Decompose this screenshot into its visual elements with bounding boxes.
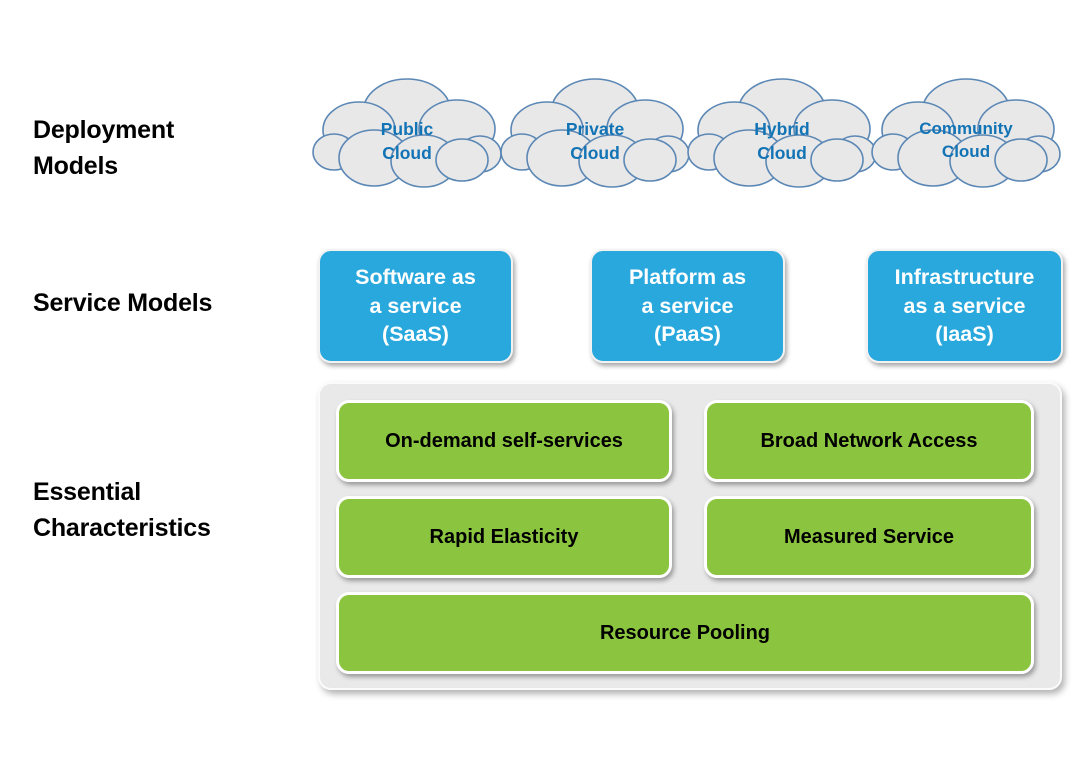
cloud-public-cloud[interactable]: Public Cloud bbox=[312, 72, 502, 190]
cloud-icon bbox=[500, 78, 690, 188]
cloud-icon bbox=[312, 78, 502, 188]
service-box-iaas[interactable]: Infrastructure as a service (IaaS) bbox=[866, 249, 1063, 363]
cloud-hybrid-cloud[interactable]: Hybrid Cloud bbox=[687, 72, 877, 190]
cloud-private-cloud[interactable]: Private Cloud bbox=[500, 72, 690, 190]
service-box-paas[interactable]: Platform as a service (PaaS) bbox=[590, 249, 785, 363]
cloud-icon bbox=[871, 78, 1061, 188]
deployment-models-row: Public Cloud Private Cloud Hybrid Cloud … bbox=[310, 72, 1070, 202]
essential-characteristics-panel: On-demand self-services Broad Network Ac… bbox=[318, 382, 1062, 690]
characteristic-on-demand-self-services[interactable]: On-demand self-services bbox=[336, 400, 672, 482]
cloud-community-cloud[interactable]: Community Cloud bbox=[871, 72, 1061, 190]
service-models-row-label: Service Models bbox=[33, 289, 213, 317]
characteristic-resource-pooling[interactable]: Resource Pooling bbox=[336, 592, 1034, 674]
deployment-models-row-label: Deployment Models bbox=[33, 116, 175, 180]
service-models-row: Software as a service (SaaS) Platform as… bbox=[318, 249, 1063, 363]
service-box-saas[interactable]: Software as a service (SaaS) bbox=[318, 249, 513, 363]
essential-characteristics-row-label: Essential Characteristics bbox=[33, 478, 211, 542]
characteristic-broad-network-access[interactable]: Broad Network Access bbox=[704, 400, 1034, 482]
characteristic-measured-service[interactable]: Measured Service bbox=[704, 496, 1034, 578]
cloud-icon bbox=[687, 78, 877, 188]
characteristic-rapid-elasticity[interactable]: Rapid Elasticity bbox=[336, 496, 672, 578]
